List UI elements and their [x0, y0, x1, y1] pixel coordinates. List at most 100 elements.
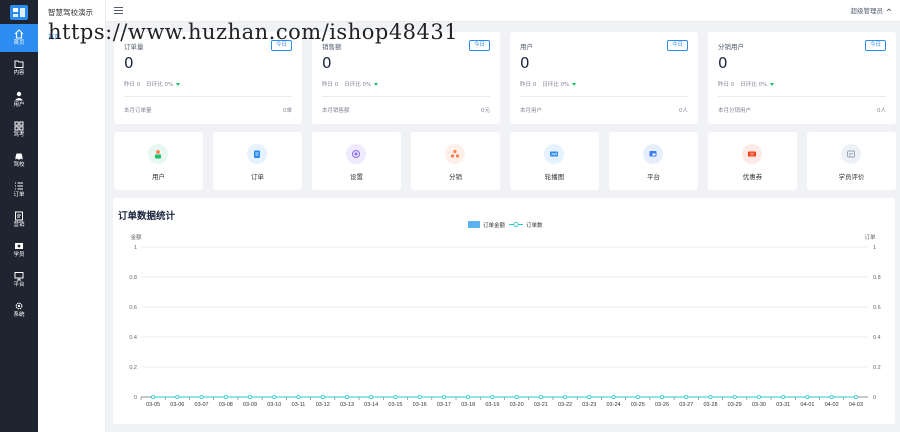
line-point [829, 394, 834, 399]
stat-value: 0 [322, 54, 332, 72]
promo-icon [15, 211, 23, 221]
stat-footer-value: 0人 [679, 108, 688, 114]
shortcut-label: 平台 [647, 173, 660, 181]
rail-item-content[interactable]: 内容 [0, 54, 38, 82]
stat-badge: 今日 [666, 40, 688, 51]
shortcut-review[interactable]: 学员评价 [807, 132, 896, 190]
menu-toggle-icon[interactable] [114, 6, 123, 15]
divider [718, 96, 886, 97]
rail-item-platform[interactable]: 平台 [0, 266, 38, 294]
legend-swatch-bar [468, 221, 480, 228]
home-icon [14, 29, 24, 39]
shortcut-label: 学员评价 [838, 173, 865, 181]
line-point [199, 394, 204, 399]
stat-ratio: 日环比 0% [542, 82, 570, 88]
x-tick-label: 03-22 [558, 402, 572, 408]
y-axis-title-right: 订单 [864, 233, 876, 241]
y-tick-right: 0.4 [873, 335, 881, 341]
rail-label: 驾考 [13, 132, 25, 139]
shortcut-distribution[interactable]: 分销 [411, 132, 500, 190]
rail-label: 系统 [13, 312, 25, 319]
folder-icon [14, 60, 24, 69]
line-point [756, 394, 761, 399]
stat-card-users: 用户 今日 0 昨日 0 日环比 0% 本月用户 0人 [510, 32, 698, 124]
stat-footer-value: 0元 [481, 108, 490, 114]
stat-footer-label: 本月销售额 [322, 108, 350, 114]
rail-item-orders[interactable]: 订单 [0, 176, 38, 204]
app-title: 智慧驾校演示 [48, 8, 93, 17]
student-icon [15, 243, 23, 250]
rail-item-marketing[interactable]: 营销 [0, 206, 38, 234]
rail-item-home[interactable]: 首页 [0, 24, 38, 52]
line-point [514, 394, 519, 399]
rail-item-students[interactable]: 学员 [0, 236, 38, 264]
stat-ratio: 日环比 0% [344, 82, 372, 88]
order-stats-panel: 订单数据统计 0 0 0.2 0.2 0.4 0.4 0.6 0.6 0.8 0.8 1 1 金额 订单 0… [113, 198, 895, 424]
shortcut-coupon[interactable]: 优惠券 [708, 132, 797, 190]
stat-card-distributors: 分销用户 今日 0 昨日 0 日环比 0% 本月分销用户 0人 [708, 32, 896, 124]
stat-footer-value: 0单 [283, 108, 292, 114]
stat-meta: 昨日 0 日环比 0% [718, 80, 775, 88]
rail-label: 学员 [13, 252, 25, 259]
user-menu[interactable]: 超级管理员 [851, 5, 893, 15]
line-point [175, 394, 180, 399]
y-tick-right: 0.8 [873, 275, 881, 281]
shortcut-user[interactable]: 用户 [114, 132, 203, 190]
shortcut-label: 订单 [251, 173, 264, 181]
stat-value: 0 [718, 54, 728, 72]
shortcut-platform[interactable]: 平台 [609, 132, 698, 190]
shortcut-carousel[interactable]: 轮播图 [510, 132, 599, 190]
x-tick-label: 03-28 [703, 402, 717, 408]
rail-label: 平台 [13, 282, 25, 289]
coupon-icon [742, 144, 762, 164]
y-tick-left: 0.8 [129, 275, 137, 281]
x-tick-label: 03-15 [388, 402, 402, 408]
share-icon [445, 144, 465, 164]
x-tick-label: 03-17 [437, 402, 451, 408]
x-tick-label: 03-10 [267, 402, 281, 408]
line-point [223, 394, 228, 399]
x-tick-label: 03-19 [485, 402, 499, 408]
user-icon [15, 92, 23, 101]
grid-icon [14, 121, 24, 131]
stat-yesterday: 昨日 0 [322, 82, 339, 88]
stat-footer-label: 本月分销用户 [718, 108, 752, 114]
rail-label: 用户 [13, 102, 25, 109]
line-point [272, 394, 277, 399]
x-tick-label: 03-09 [243, 402, 257, 408]
rail-label: 首页 [13, 40, 25, 47]
stat-footer-label: 本月订单量 [124, 108, 152, 114]
rail-label: 内容 [13, 70, 25, 77]
x-tick-label: 03-27 [679, 402, 693, 408]
chevron-up-icon [886, 8, 892, 12]
shortcut-settings[interactable]: 设置 [312, 132, 401, 190]
line-point [732, 394, 737, 399]
x-tick-label: 03-31 [776, 402, 790, 408]
line-point [563, 394, 568, 399]
x-tick-label: 03-07 [195, 402, 209, 408]
line-point [296, 394, 301, 399]
line-point [248, 394, 253, 399]
trend-down-icon [374, 82, 379, 86]
line-point [684, 394, 689, 399]
x-tick-label: 03-26 [655, 402, 669, 408]
stat-title: 用户 [520, 43, 533, 51]
shortcut-order[interactable]: 订单 [213, 132, 302, 190]
x-tick-label: 03-14 [364, 402, 378, 408]
x-tick-label: 03-18 [461, 402, 475, 408]
rail-item-user[interactable]: 用户 [0, 86, 38, 114]
rail-item-exam[interactable]: 驾考 [0, 116, 38, 144]
rail-item-school[interactable]: 驾校 [0, 146, 38, 174]
x-tick-label: 03-16 [413, 402, 427, 408]
line-point [344, 394, 349, 399]
rail-item-system[interactable]: 系统 [0, 296, 38, 324]
stat-ratio: 日环比 0% [146, 82, 174, 88]
line-point [490, 394, 495, 399]
y-tick-right: 0.6 [873, 305, 881, 311]
stat-card-orders: 订单量 今日 0 昨日 0 日环比 0% 本月订单量 0单 [114, 32, 302, 124]
line-point [708, 394, 713, 399]
divider [520, 96, 688, 97]
stat-ratio: 日环比 0% [740, 82, 768, 88]
x-tick-label: 04-02 [825, 402, 839, 408]
line-point [466, 394, 471, 399]
